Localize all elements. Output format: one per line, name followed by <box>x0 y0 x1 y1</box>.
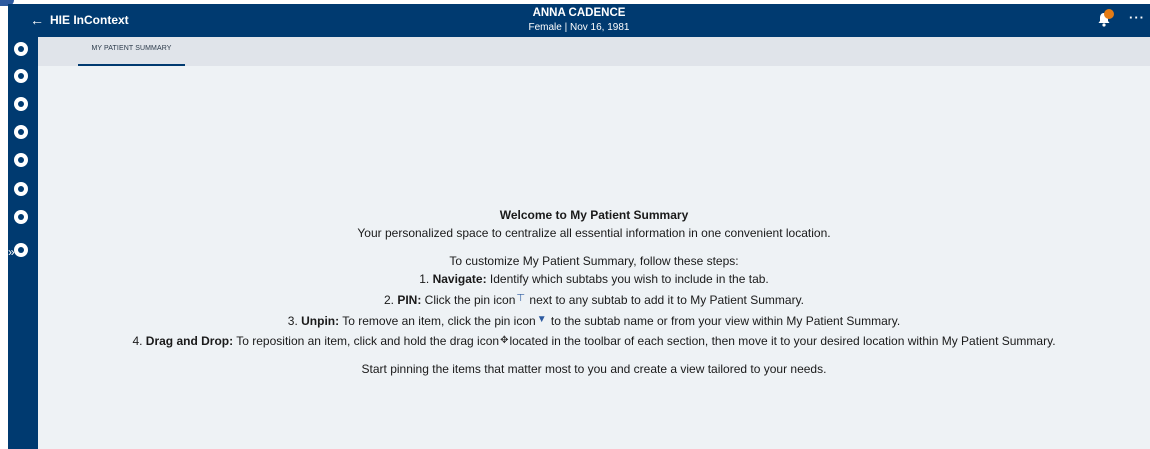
left-sidebar: » <box>8 37 38 449</box>
notification-bell-icon[interactable] <box>1096 9 1114 29</box>
step-unpin: 3. Unpin: To remove an item, click the p… <box>38 310 1150 331</box>
pin-outline-icon: ⊤ <box>516 293 526 304</box>
step-navigate: 1. Navigate: Identify which subtabs you … <box>419 272 769 286</box>
welcome-title: Welcome to My Patient Summary <box>499 208 689 222</box>
main-content: Welcome to My Patient Summary Your perso… <box>38 66 1150 449</box>
patient-demographics: Female | Nov 16, 1981 <box>528 22 630 33</box>
tab-my-patient-summary[interactable]: MY PATIENT SUMMARY <box>78 37 185 66</box>
tab-bar: MY PATIENT SUMMARY <box>38 37 1150 66</box>
stethoscope-icon[interactable] <box>14 125 28 139</box>
clipboard-icon[interactable] <box>14 210 28 224</box>
notification-badge <box>1104 9 1114 19</box>
patient-name: ANNA CADENCE <box>532 7 626 19</box>
more-options-icon[interactable]: ··· <box>1129 10 1145 25</box>
welcome-subtitle: Your personalized space to centralize al… <box>357 226 831 240</box>
step-pin: 2. PIN: Click the pin icon⊤ next to any … <box>38 289 1150 310</box>
pin-filled-icon: ▼ <box>536 314 547 325</box>
welcome-panel: Welcome to My Patient Summary Your perso… <box>38 207 1150 378</box>
steps-intro: To customize My Patient Summary, follow … <box>449 254 739 268</box>
lab-icon[interactable] <box>14 153 28 167</box>
folder-icon[interactable] <box>14 69 28 83</box>
step-drag-drop: 4. Drag and Drop: To reposition an item,… <box>38 331 1150 351</box>
top-header: ← HIE InContext ANNA CADENCE Female | No… <box>8 4 1150 37</box>
grid-icon[interactable] <box>14 182 28 196</box>
pill-icon[interactable] <box>14 97 28 111</box>
closing-message: Start pinning the items that matter most… <box>361 362 827 376</box>
profile-icon[interactable] <box>14 42 28 56</box>
list-icon[interactable] <box>14 243 28 257</box>
patient-banner: ANNA CADENCE Female | Nov 16, 1981 <box>8 6 1150 34</box>
drag-icon: ✥ <box>500 335 509 346</box>
